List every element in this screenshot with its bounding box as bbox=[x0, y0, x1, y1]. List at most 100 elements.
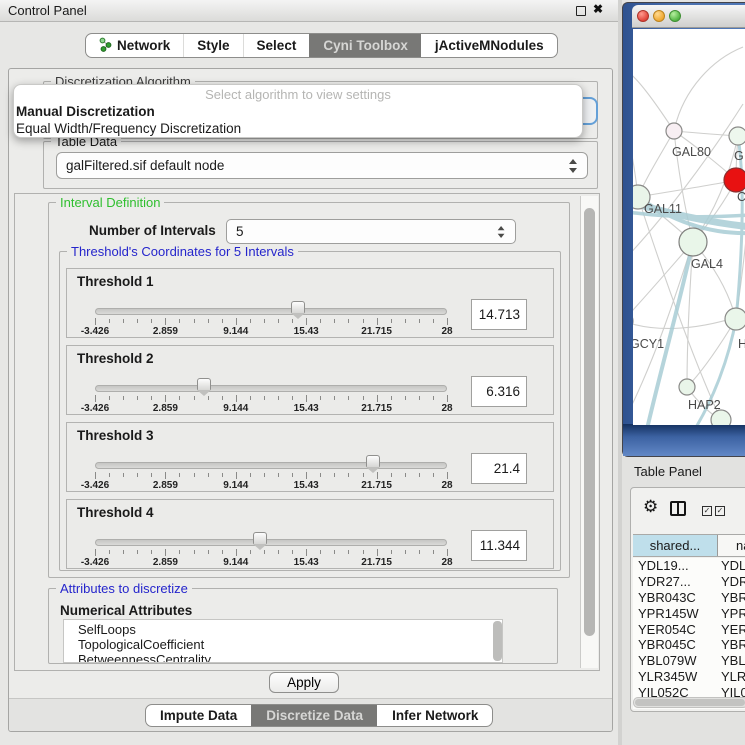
threshold-1-value[interactable]: 14.713 bbox=[471, 299, 527, 330]
algorithm-option-manual[interactable]: Manual Discretization bbox=[14, 103, 582, 120]
attribute-list-item[interactable]: SelfLoops bbox=[78, 622, 502, 637]
table-data-combo[interactable]: galFiltered.sif default node bbox=[56, 152, 588, 179]
slider-tick bbox=[109, 550, 110, 554]
threshold-3-value[interactable]: 21.4 bbox=[471, 453, 527, 484]
tab-style-label: Style bbox=[197, 38, 229, 53]
table-cell[interactable]: YLR3 bbox=[718, 669, 745, 684]
close-traffic-light-icon[interactable] bbox=[637, 10, 649, 22]
slider-tick bbox=[320, 473, 321, 477]
column-header-shared[interactable]: shared... bbox=[633, 535, 718, 556]
minimize-traffic-light-icon[interactable] bbox=[653, 10, 665, 22]
node-hap2[interactable] bbox=[679, 379, 695, 395]
tab-style[interactable]: Style bbox=[183, 34, 242, 57]
threshold-4-value[interactable]: 11.344 bbox=[471, 530, 527, 561]
slider-track[interactable] bbox=[95, 385, 447, 392]
table-cell[interactable]: YDR27... bbox=[633, 574, 718, 589]
attributes-group-title: Attributes to discretize bbox=[56, 581, 192, 596]
table-row[interactable]: YPR145WYPR1 bbox=[633, 605, 745, 621]
slider-thumb[interactable] bbox=[366, 455, 380, 467]
tab-discretize-data[interactable]: Discretize Data bbox=[251, 705, 377, 726]
checkbox-icon-1[interactable]: ✓ bbox=[702, 506, 712, 516]
threshold-1-slider[interactable]: -3.4262.8599.14415.4321.71528 bbox=[95, 305, 447, 337]
table-cell[interactable]: YBL079W bbox=[633, 653, 718, 668]
attributes-list-scrollbar[interactable] bbox=[493, 621, 502, 661]
table-cell[interactable]: YER0 bbox=[718, 622, 745, 637]
table-row[interactable]: YDL19...YDL1 bbox=[633, 558, 745, 574]
slider-tick bbox=[208, 319, 209, 323]
algorithm-hint-option[interactable]: Select algorithm to view settings bbox=[14, 85, 582, 103]
node-label-gal80: GAL80 bbox=[672, 145, 711, 159]
table-row[interactable]: YDR27...YDR2 bbox=[633, 574, 745, 590]
table-cell[interactable]: YER054C bbox=[633, 622, 718, 637]
table-row[interactable]: YBR043CYBR0 bbox=[633, 590, 745, 606]
slider-tick bbox=[250, 319, 251, 323]
table-cell[interactable]: YBR0 bbox=[718, 637, 745, 652]
attribute-list-item[interactable]: BetweennessCentrality bbox=[78, 652, 502, 663]
table-cell[interactable]: YPR145W bbox=[633, 606, 718, 621]
table-row[interactable]: YBR045CYBR0 bbox=[633, 637, 745, 653]
apply-button[interactable]: Apply bbox=[269, 672, 339, 693]
table-cell[interactable]: YBR043C bbox=[633, 590, 718, 605]
close-icon[interactable]: ✖ bbox=[593, 2, 603, 16]
slider-track[interactable] bbox=[95, 539, 447, 546]
node-highlighted[interactable] bbox=[724, 168, 745, 192]
table-row[interactable]: YLR345WYLR3 bbox=[633, 669, 745, 685]
column-layout-icon[interactable] bbox=[670, 501, 686, 516]
slider-tick bbox=[348, 550, 349, 554]
slider-thumb[interactable] bbox=[291, 301, 305, 313]
network-canvas[interactable]: GAL80 G C GAL11 GAL4 GCY1 H HAP2 bbox=[633, 29, 745, 425]
panel-vertical-scrollbar[interactable] bbox=[580, 196, 598, 668]
network-window-titlebar[interactable] bbox=[632, 5, 745, 28]
algorithm-option-equal-width[interactable]: Equal Width/Frequency Discretization bbox=[14, 120, 582, 137]
number-of-intervals-spinner[interactable]: 5 bbox=[226, 219, 516, 244]
node-g[interactable] bbox=[729, 127, 745, 145]
slider-thumb[interactable] bbox=[197, 378, 211, 390]
threshold-3-slider[interactable]: -3.4262.8599.14415.4321.71528 bbox=[95, 459, 447, 491]
scrollbar-thumb[interactable] bbox=[584, 208, 595, 636]
node-partial[interactable] bbox=[711, 410, 731, 425]
node-h[interactable] bbox=[725, 308, 745, 330]
table-cell[interactable]: YBR0 bbox=[718, 590, 745, 605]
tab-cyni-toolbox[interactable]: Cyni Toolbox bbox=[309, 34, 421, 57]
threshold-2-slider[interactable]: -3.4262.8599.14415.4321.71528 bbox=[95, 382, 447, 414]
node-gal4[interactable] bbox=[679, 228, 707, 256]
numerical-attributes-list[interactable]: SelfLoopsTopologicalCoefficientBetweenne… bbox=[63, 619, 503, 663]
slider-tick bbox=[419, 550, 420, 554]
table-cell[interactable]: YLR345W bbox=[633, 669, 718, 684]
tab-impute-data[interactable]: Impute Data bbox=[146, 705, 251, 726]
threshold-2-value[interactable]: 6.316 bbox=[471, 376, 527, 407]
table-cell[interactable]: YDL19... bbox=[633, 558, 718, 573]
slider-tick bbox=[334, 473, 335, 477]
column-header-name[interactable]: na bbox=[718, 535, 745, 556]
table-header: shared... na bbox=[633, 534, 745, 557]
node-gal80[interactable] bbox=[666, 123, 682, 139]
table-cell[interactable]: YBR045C bbox=[633, 637, 718, 652]
tab-jactivemnodules[interactable]: jActiveMNodules bbox=[421, 34, 557, 57]
table-cell[interactable]: YPR1 bbox=[718, 606, 745, 621]
tab-network[interactable]: Network bbox=[86, 34, 183, 57]
slider-tick bbox=[250, 396, 251, 400]
table-horizontal-scrollbar[interactable] bbox=[633, 697, 745, 708]
node-label-h: H bbox=[738, 337, 745, 351]
table-cell[interactable]: YDL1 bbox=[718, 558, 745, 573]
float-window-icon[interactable] bbox=[576, 6, 586, 16]
tab-select[interactable]: Select bbox=[243, 34, 310, 57]
tab-infer-network-label: Infer Network bbox=[392, 708, 478, 723]
table-cell[interactable]: YBL0 bbox=[718, 653, 745, 668]
checkbox-icon-2[interactable]: ✓ bbox=[715, 506, 725, 516]
slider-track[interactable] bbox=[95, 308, 447, 315]
table-row[interactable]: YER054CYER0 bbox=[633, 621, 745, 637]
threshold-4-slider[interactable]: -3.4262.8599.14415.4321.71528 bbox=[95, 536, 447, 568]
scrollbar-thumb[interactable] bbox=[635, 699, 745, 706]
zoom-traffic-light-icon[interactable] bbox=[669, 10, 681, 22]
tab-select-label: Select bbox=[257, 38, 297, 53]
gear-icon[interactable]: ⚙ bbox=[643, 497, 658, 517]
table-row[interactable]: YBL079WYBL0 bbox=[633, 653, 745, 669]
slider-thumb[interactable] bbox=[253, 532, 267, 544]
slider-track[interactable] bbox=[95, 462, 447, 469]
slider-tick bbox=[194, 396, 195, 400]
attribute-list-item[interactable]: TopologicalCoefficient bbox=[78, 637, 502, 652]
table-cell[interactable]: YDR2 bbox=[718, 574, 745, 589]
slider-tick bbox=[405, 550, 406, 554]
tab-infer-network[interactable]: Infer Network bbox=[377, 705, 492, 726]
